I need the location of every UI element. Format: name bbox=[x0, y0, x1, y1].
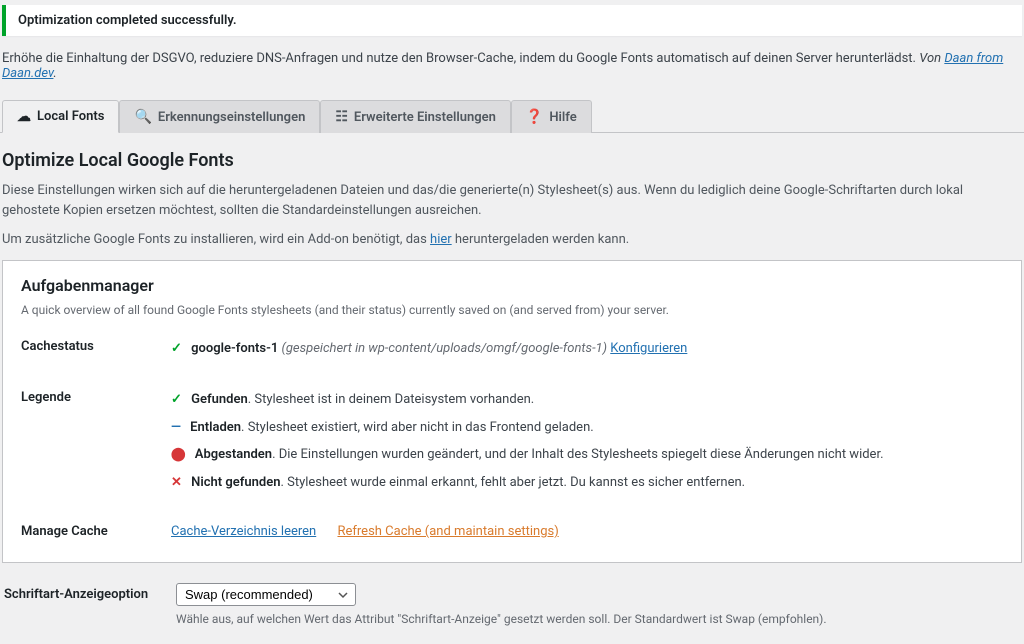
search-icon: 🔍 bbox=[134, 110, 151, 124]
font-display-help: Wähle aus, auf welchen Wert das Attribut… bbox=[176, 612, 827, 626]
panel-title: Aufgabenmanager bbox=[21, 276, 1003, 295]
legend-found: ✓ Gefunden. Stylesheet ist in deinem Dat… bbox=[171, 390, 1003, 410]
legend-row: Legende ✓ Gefunden. Stylesheet ist in de… bbox=[21, 390, 1003, 500]
page-desc-1: Diese Einstellungen wirken sich auf die … bbox=[2, 181, 1022, 220]
notice-text: Optimization completed successfully. bbox=[18, 13, 1010, 28]
tab-local-fonts[interactable]: ☁ Local Fonts bbox=[2, 100, 119, 133]
font-display-select[interactable]: Swap (recommended) bbox=[176, 583, 356, 606]
help-icon: ❓ bbox=[526, 110, 543, 124]
font-display-row: Schriftart-Anzeigeoption Swap (recommend… bbox=[4, 583, 1020, 626]
configure-link[interactable]: Konfigurieren bbox=[610, 341, 687, 356]
dash-icon: — bbox=[171, 420, 181, 435]
addon-link[interactable]: hier bbox=[430, 232, 452, 247]
tab-detection-settings[interactable]: 🔍 Erkennungseinstellungen bbox=[119, 100, 320, 133]
cloud-download-icon: ☁ bbox=[17, 110, 31, 124]
check-icon: ✓ bbox=[171, 341, 182, 356]
cache-status-row: Cachestatus ✓ google-fonts-1 (gespeicher… bbox=[21, 339, 1003, 367]
warning-icon: ⬤ bbox=[171, 447, 186, 462]
check-icon: ✓ bbox=[171, 392, 182, 407]
tab-bar: ☁ Local Fonts 🔍 Erkennungseinstellungen … bbox=[0, 100, 1024, 133]
cache-status-label: Cachestatus bbox=[21, 339, 171, 367]
tab-advanced-settings[interactable]: ☷ Erweiterte Einstellungen bbox=[320, 100, 511, 133]
task-manager-panel: Aufgabenmanager A quick overview of all … bbox=[2, 260, 1022, 564]
legend-notfound: ✕ Nicht gefunden. Stylesheet wurde einma… bbox=[171, 473, 1003, 493]
legend-label: Legende bbox=[21, 390, 171, 500]
plugin-subtitle: Erhöhe die Einhaltung der DSGVO, reduzie… bbox=[0, 51, 1024, 85]
panel-subtitle: A quick overview of all found Google Fon… bbox=[21, 303, 1003, 317]
page-desc-2: Um zusätzliche Google Fonts zu installie… bbox=[2, 230, 1022, 250]
tab-content: Optimize Local Google Fonts Diese Einste… bbox=[0, 133, 1024, 644]
page-heading: Optimize Local Google Fonts bbox=[2, 150, 1022, 171]
legend-stale: ⬤ Abgestanden. Die Einstellungen wurden … bbox=[171, 445, 1003, 465]
settings-icon: ☷ bbox=[335, 110, 348, 124]
legend-unloaded: — Entladen. Stylesheet existiert, wird a… bbox=[171, 418, 1003, 438]
cache-status-item: ✓ google-fonts-1 (gespeichert in wp-cont… bbox=[171, 339, 1003, 359]
success-notice: Optimization completed successfully. bbox=[2, 5, 1022, 36]
font-display-label: Schriftart-Anzeigeoption bbox=[4, 583, 176, 602]
tab-help[interactable]: ❓ Hilfe bbox=[511, 100, 592, 133]
cross-icon: ✕ bbox=[171, 475, 182, 490]
